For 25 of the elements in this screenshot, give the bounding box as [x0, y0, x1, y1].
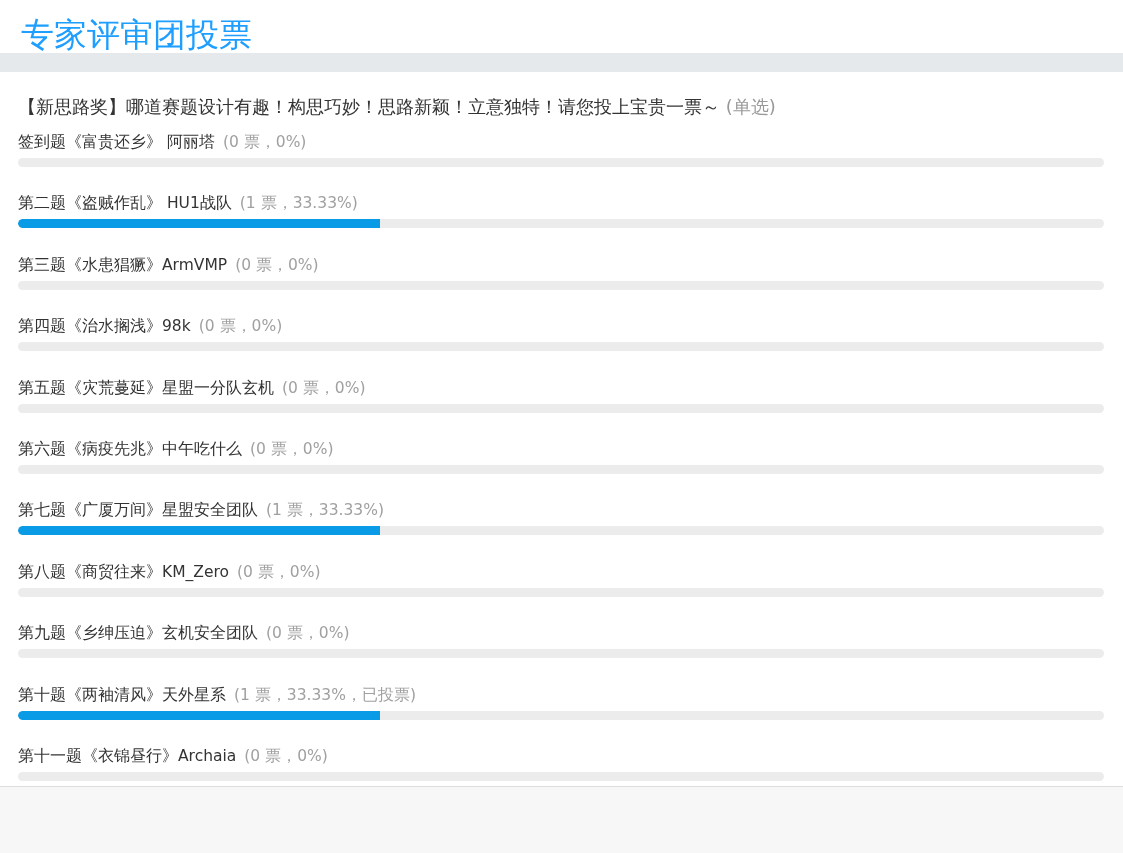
vote-stats: (0 票，0%): [282, 377, 366, 399]
vote-stats: (0 票，0%): [236, 561, 321, 583]
option-label[interactable]: 第八题《商贸往来》KM_Zero: [18, 559, 229, 584]
option-label[interactable]: 第二题《盗贼作乱》 HU1战队: [18, 191, 232, 216]
vote-stats: (1 票，33.33%): [239, 193, 358, 215]
vote-stats: (1 票，33.33%，已投票): [234, 684, 416, 706]
vote-stats: (0 票，0%): [244, 745, 328, 767]
option-label[interactable]: 第五题《灾荒蔓延》星盟一分队玄机: [18, 375, 274, 400]
option-label[interactable]: 第四题《治水搁浅》98k: [18, 314, 191, 339]
page-title: 专家评审团投票: [21, 14, 252, 56]
question-text: 【新思路奖】哪道赛题设计有趣！构思巧妙！思路新颖！立意独特！请您投上宝贵一票～: [18, 96, 720, 117]
option-label[interactable]: 第九题《乡绅压迫》玄机安全团队: [18, 621, 258, 646]
vote-stats: (0 票，0%): [235, 254, 319, 276]
option-label[interactable]: 第十题《两袖清风》天外星系: [18, 682, 226, 707]
vote-stats: (0 票，0%): [222, 132, 307, 153]
vote-stats: (1 票，33.33%): [266, 500, 384, 522]
vote-stats: (0 票，0%): [250, 438, 334, 460]
vote-stats: (0 票，0%): [266, 623, 350, 645]
option-label[interactable]: 签到题《富贵还乡》 阿丽塔: [18, 130, 215, 154]
option-label[interactable]: 第十一题《衣锦昼行》Archaia: [18, 743, 237, 768]
vote-stats: (0 票，0%): [198, 316, 283, 338]
option-label[interactable]: 第七题《广厦万间》星盟安全团队: [18, 498, 258, 523]
option-label[interactable]: 第六题《病疫先兆》中午吃什么: [18, 436, 242, 461]
selection-mode: (单选): [724, 96, 776, 117]
option-label[interactable]: 第三题《水患猖獗》ArmVMP: [18, 252, 228, 277]
